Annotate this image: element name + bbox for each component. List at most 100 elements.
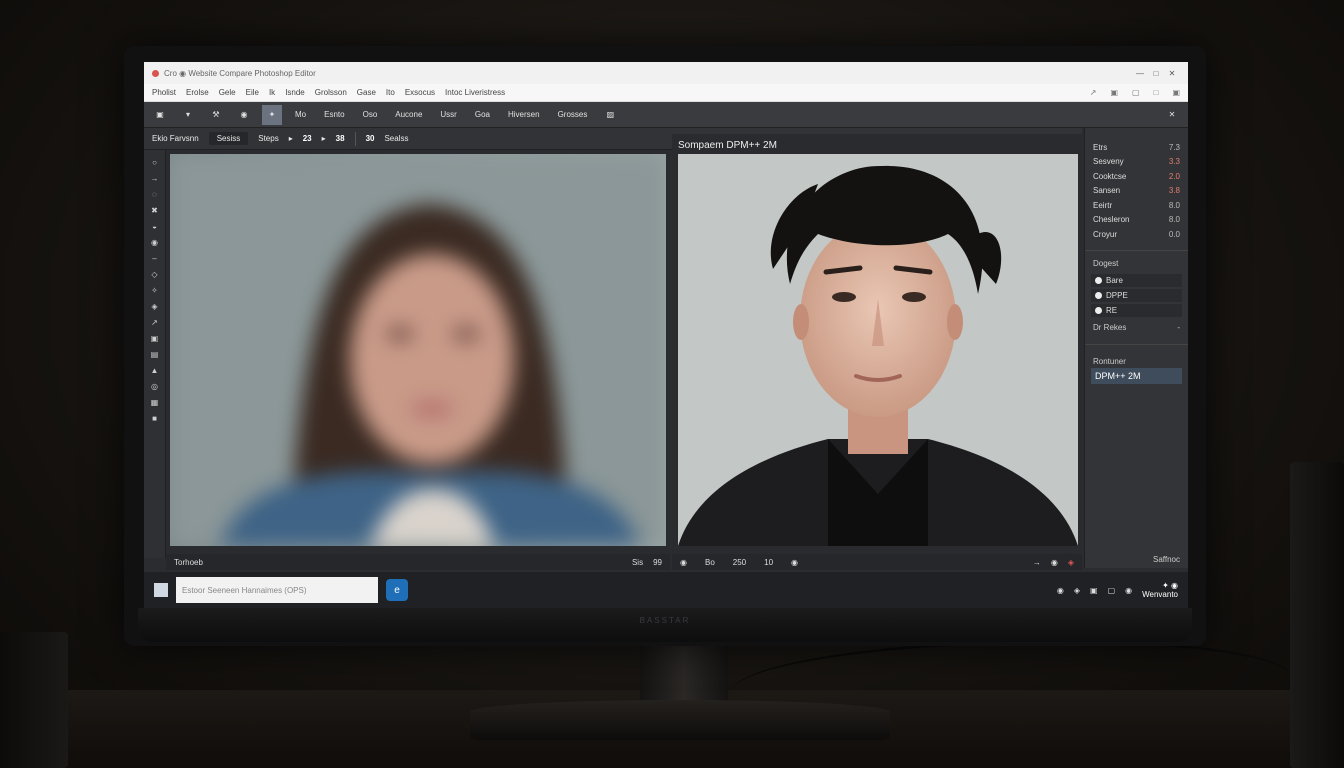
menu-item[interactable]: Gase [357, 88, 376, 97]
color-icon[interactable]: ■ [148, 412, 162, 424]
windows-icon[interactable] [154, 583, 168, 597]
alert-icon[interactable]: ◈ [1068, 558, 1074, 567]
steps-label: Steps [258, 134, 279, 143]
menu-bar: Pholist Erolse Gele Eile Ik Isnde Grolss… [144, 84, 1188, 102]
panel-title: Sompaem DPM++ 2M [678, 140, 777, 151]
pen-icon[interactable]: ↗ [148, 316, 162, 328]
property-row[interactable]: Eeirtr 8.0 [1085, 198, 1188, 213]
visibility-icon[interactable] [1095, 291, 1102, 299]
window-icon[interactable]: ▣ [1110, 88, 1118, 97]
zoom-icon[interactable]: ◎ [148, 380, 162, 392]
preset-chip[interactable]: Sesiss [208, 132, 249, 145]
blurred-photo[interactable] [170, 154, 666, 546]
layer-item[interactable]: DPPE [1091, 288, 1182, 302]
close-panel-icon[interactable]: ✕ [1162, 105, 1182, 125]
status-icon[interactable]: ◉ [680, 558, 687, 567]
menu-item[interactable]: Ik [269, 88, 275, 97]
heal-icon[interactable]: ◒ [148, 220, 162, 232]
notification-icon[interactable]: ▢ [1108, 586, 1116, 595]
app-icon [152, 69, 159, 77]
toolbar-item[interactable]: Hiversen [503, 105, 545, 125]
toolbar-item[interactable]: Grosses [553, 105, 593, 125]
toolbar-item[interactable]: Ussr [435, 105, 461, 125]
mode-label[interactable]: Sealss [384, 134, 408, 143]
shape-icon[interactable]: ▤ [148, 348, 162, 360]
property-row[interactable]: Sansen 3.8 [1085, 184, 1188, 199]
toolbar-item[interactable]: Oso [358, 105, 383, 125]
battery-icon[interactable]: ▣ [1090, 586, 1098, 595]
hand-icon[interactable]: ▦ [148, 396, 162, 408]
sampler-label: Rontuner [1093, 356, 1126, 366]
steps-value[interactable]: 23 [303, 134, 312, 143]
layer-item[interactable]: Bare [1091, 273, 1182, 287]
gradient-icon[interactable]: ◈ [148, 300, 162, 312]
line-icon[interactable]: – [148, 252, 162, 264]
visibility-icon[interactable] [1095, 306, 1102, 314]
target-icon[interactable]: ◉ [1051, 558, 1058, 567]
property-row[interactable]: Chesleron 8.0 [1085, 213, 1188, 228]
menu-item[interactable]: Isnde [285, 88, 305, 97]
eraser-icon[interactable]: ◇ [148, 268, 162, 280]
sparkle-icon[interactable]: ✦ [262, 104, 282, 125]
toolbar-item[interactable]: Aucone [390, 105, 427, 125]
clock[interactable]: ✦ ◉ Wenvanto [1142, 581, 1178, 599]
menu-item[interactable]: Exsocus [405, 88, 435, 97]
toolbar-item[interactable]: Esnto [319, 105, 349, 125]
property-row[interactable]: Etrs 7.3 [1085, 140, 1188, 155]
crop-icon[interactable]: ✖ [148, 204, 162, 216]
sampler-field[interactable]: DPM++ 2M [1091, 367, 1182, 384]
value-field[interactable]: 38 [336, 134, 345, 143]
status-value: 10 [764, 557, 774, 567]
property-row[interactable]: Cooktcse 2.0 [1085, 169, 1188, 184]
sharp-photo[interactable] [678, 154, 1078, 546]
close-window-button[interactable]: ✕ [1164, 69, 1180, 78]
menu-item[interactable]: Erolse [186, 88, 209, 97]
network-icon[interactable]: ◉ [1057, 586, 1064, 595]
title-bar: Cro ◉ Website Compare Photoshop Editor —… [144, 62, 1188, 84]
status-icon[interactable]: ◉ [791, 558, 798, 567]
share-icon[interactable]: ↗ [1090, 88, 1097, 97]
menu-item[interactable]: Eile [246, 88, 259, 97]
settings-icon[interactable]: ▣ [1172, 88, 1180, 97]
property-row[interactable]: Croyur 0.0 [1085, 227, 1188, 242]
layout-icon[interactable]: □ [1154, 88, 1159, 97]
brush-icon[interactable]: ◉ [148, 236, 162, 248]
menu-item[interactable]: Intoc Liveristress [445, 88, 505, 97]
toolbar-item[interactable]: Mo [290, 105, 311, 125]
menu-item[interactable]: Gele [219, 88, 236, 97]
menu-item[interactable]: Ito [386, 88, 395, 97]
toolbar-item[interactable]: Goa [470, 105, 495, 125]
minimize-button[interactable]: — [1132, 69, 1148, 78]
visibility-icon[interactable] [1095, 276, 1102, 284]
volume-icon[interactable]: ◈ [1074, 586, 1080, 595]
dropdown-icon[interactable]: ▾ [178, 105, 198, 125]
properties-dock: Etrs 7.3 Sesveny 3.3 Cooktcse 2.0 Sansen… [1084, 128, 1188, 568]
layers-header: Dogest [1093, 258, 1119, 268]
property-row[interactable]: Sesveny 3.3 [1085, 155, 1188, 170]
star-icon[interactable]: ✧ [148, 284, 162, 296]
image-tool-icon[interactable]: ▣ [150, 105, 170, 125]
target-icon[interactable]: ◉ [234, 105, 254, 125]
taskbar-search[interactable]: Estoor Seeneen Hannaimes (OPS) [176, 577, 378, 603]
arrow-icon[interactable]: → [1033, 558, 1041, 567]
value-field[interactable]: 30 [366, 134, 375, 143]
portrait-image [678, 154, 1078, 546]
layer-item[interactable]: RE [1091, 303, 1182, 317]
maximize-button[interactable]: □ [1148, 69, 1164, 78]
path-icon[interactable]: ▲ [148, 364, 162, 376]
menu-item[interactable]: Grolsson [315, 88, 347, 97]
system-tray: ◉ ◈ ▣ ▢ ◉ ✦ ◉ Wenvanto [1057, 581, 1178, 599]
hammer-icon[interactable]: ⚒ [206, 105, 226, 125]
text-icon[interactable]: ▣ [148, 332, 162, 344]
toolbar: ▣ ▾ ⚒ ◉ ✦ Mo Esnto Oso Aucone Ussr Goa H… [144, 102, 1188, 128]
panel-icon[interactable]: ▢ [1132, 88, 1140, 97]
browser-icon[interactable]: e [386, 579, 408, 601]
app-tray-icon[interactable]: ◉ [1125, 586, 1132, 595]
lasso-icon[interactable]: ○ [148, 156, 162, 168]
grid-icon[interactable]: ▨ [600, 105, 620, 125]
menu-item[interactable]: Pholist [152, 88, 176, 97]
marquee-icon[interactable]: ◌ [148, 188, 162, 200]
status-value: Sis [631, 557, 644, 567]
status-value: 99 [653, 557, 662, 567]
move-icon[interactable]: → [148, 172, 162, 184]
